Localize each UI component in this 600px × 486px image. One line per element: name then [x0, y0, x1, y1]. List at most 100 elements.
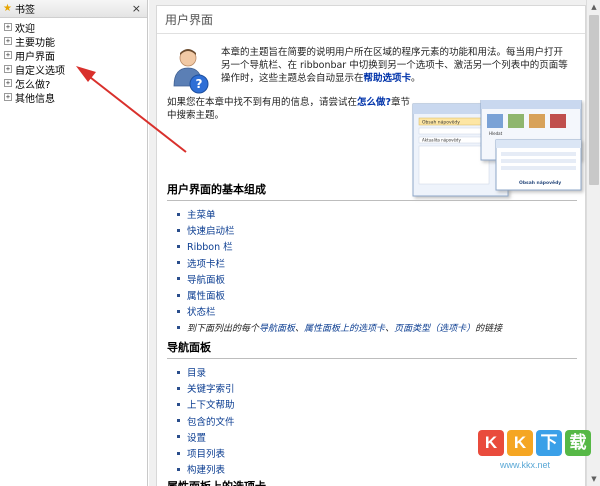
- svg-text:?: ?: [196, 77, 203, 91]
- watermark-letter: K: [507, 430, 533, 456]
- section-list: 主菜单 快速启动栏 Ribbon 栏 选项卡栏 导航面板 属性面板 状态栏 到下…: [167, 206, 577, 336]
- shot-label-b: Aktualita nápovědy: [422, 138, 461, 143]
- link-settings[interactable]: 设置: [187, 430, 206, 444]
- page-title: 用户界面: [157, 6, 585, 34]
- scroll-thumb[interactable]: [589, 15, 599, 185]
- note-sep: 、: [385, 323, 395, 334]
- shot-label-a: Obsah nápovědy: [422, 119, 460, 126]
- link-ribbon[interactable]: Ribbon 栏: [187, 239, 233, 253]
- list-item: 属性面板: [177, 287, 577, 303]
- expand-icon[interactable]: +: [4, 65, 12, 73]
- list-item: Ribbon 栏: [177, 238, 577, 254]
- list-item: 包含的文件: [177, 413, 577, 429]
- list-item: 主菜单: [177, 206, 577, 222]
- link-main-menu[interactable]: 主菜单: [187, 207, 216, 221]
- notfound-text: 如果您在本章中找不到有用的信息，请尝试在: [167, 97, 358, 108]
- link-status-bar[interactable]: 状态栏: [187, 304, 216, 318]
- expand-icon[interactable]: +: [4, 37, 12, 45]
- watermark-letter: 下: [536, 430, 562, 456]
- intro-end: 。: [411, 73, 421, 84]
- tree-item-user-interface[interactable]: + 用户界面: [0, 48, 147, 63]
- link-tab-bar[interactable]: 选项卡栏: [187, 256, 225, 270]
- tree-item-main-features[interactable]: + 主要功能: [0, 34, 147, 49]
- bullet-icon: [177, 293, 180, 297]
- list-item-note: 到下面列出的每个 导航面板、属性面板上的选项卡、页面类型（选项卡） 的链接: [177, 319, 577, 335]
- bullet-icon: [177, 467, 180, 471]
- note-link-page-types[interactable]: 页面类型（选项卡）: [394, 321, 475, 334]
- intro-paragraph: 本章的主题旨在简要的说明用户所在区域的程序元素的功能和用法。每当用户打开另一个导…: [221, 46, 571, 85]
- scroll-up-icon[interactable]: ▲: [587, 0, 600, 14]
- bookmark-tree: + 欢迎 + 主要功能 + 用户界面 + 自定义选项 + 怎么做? + 其他信息: [0, 18, 147, 105]
- shot-label-c: Hledat: [489, 131, 503, 136]
- bookmarks-pane: ★ 书签 × + 欢迎 + 主要功能 + 用户界面 + 自定义选项 + 怎么做?…: [0, 0, 148, 486]
- bullet-icon: [177, 370, 180, 374]
- expand-icon[interactable]: +: [4, 79, 12, 87]
- list-item: 选项卡栏: [177, 255, 577, 271]
- tree-item-label[interactable]: 欢迎: [15, 20, 35, 35]
- tree-item-how-to[interactable]: + 怎么做?: [0, 76, 147, 91]
- bullet-icon: [177, 402, 180, 406]
- watermark-letter: 载: [565, 430, 591, 456]
- note-prefix: 到下面列出的每个: [187, 323, 260, 334]
- user-help-icon: ?: [173, 49, 209, 94]
- note-sep: 、: [295, 323, 305, 334]
- tree-item-label[interactable]: 自定义选项: [15, 62, 65, 77]
- bullet-icon: [177, 261, 180, 265]
- bullet-icon: [177, 277, 180, 281]
- bullet-icon: [177, 435, 180, 439]
- list-item: 关键字索引: [177, 380, 577, 396]
- vertical-scrollbar[interactable]: ▲ ▼: [586, 0, 600, 486]
- list-item: 导航面板: [177, 271, 577, 287]
- watermark-url: www.kkx.net: [500, 460, 551, 470]
- help-tab-link[interactable]: 帮助选项卡: [364, 73, 412, 84]
- bullet-icon: [177, 228, 180, 232]
- tree-item-label[interactable]: 其他信息: [15, 90, 55, 105]
- note-suffix: 的链接: [475, 323, 503, 334]
- help-page: 用户界面 ? 本章的主题旨在简要的说明用户所在区域的程序元素的功能和用法。每当用…: [156, 5, 586, 486]
- bookmark-star-icon: ★: [3, 3, 12, 14]
- content-pane: 用户界面 ? 本章的主题旨在简要的说明用户所在区域的程序元素的功能和用法。每当用…: [149, 0, 586, 486]
- expand-icon[interactable]: +: [4, 23, 12, 31]
- site-watermark: K K 下 载 www.kkx.net: [478, 430, 596, 484]
- bullet-icon: [177, 212, 180, 216]
- list-item: 目录: [177, 364, 577, 380]
- bullet-icon: [177, 244, 180, 248]
- close-icon[interactable]: ×: [132, 2, 141, 15]
- tree-item-customize[interactable]: + 自定义选项: [0, 62, 147, 77]
- bookmarks-title: 书签: [15, 5, 35, 16]
- bullet-icon: [177, 451, 180, 455]
- bullet-icon: [177, 386, 180, 390]
- section-basic-components: 用户界面的基本组成 主菜单 快速启动栏 Ribbon 栏 选项卡栏 导航面板 属…: [167, 181, 577, 336]
- link-property-panel[interactable]: 属性面板: [187, 288, 225, 302]
- section-heading: 用户界面的基本组成: [167, 181, 577, 201]
- note-link-nav-panels[interactable]: 导航面板: [259, 321, 295, 334]
- list-item: 快速启动栏: [177, 222, 577, 238]
- expand-icon[interactable]: +: [4, 93, 12, 101]
- bookmarks-header: ★ 书签 ×: [0, 0, 147, 18]
- bullet-icon: [177, 419, 180, 423]
- notfound-paragraph: 如果您在本章中找不到有用的信息，请尝试在怎么做?章节中搜索主题。: [167, 96, 417, 122]
- link-quick-launch[interactable]: 快速启动栏: [187, 223, 235, 237]
- how-to-link[interactable]: 怎么做?: [357, 97, 391, 108]
- link-keyword-index[interactable]: 关键字索引: [187, 381, 235, 395]
- tree-item-label[interactable]: 用户界面: [15, 48, 55, 63]
- tree-item-label[interactable]: 怎么做?: [15, 76, 50, 91]
- link-nav-panel[interactable]: 导航面板: [187, 272, 225, 286]
- link-included-files[interactable]: 包含的文件: [187, 414, 235, 428]
- link-contents[interactable]: 目录: [187, 365, 206, 379]
- section-heading: 导航面板: [167, 339, 577, 359]
- link-project-list[interactable]: 项目列表: [187, 446, 225, 460]
- expand-icon[interactable]: +: [4, 51, 12, 59]
- list-item: 状态栏: [177, 303, 577, 319]
- tree-item-label[interactable]: 主要功能: [15, 34, 55, 49]
- tree-item-other-info[interactable]: + 其他信息: [0, 90, 147, 105]
- watermark-letter: K: [478, 430, 504, 456]
- watermark-logo: K K 下 载: [478, 430, 596, 456]
- note-link-property-tabs[interactable]: 属性面板上的选项卡: [304, 321, 385, 334]
- bullet-icon: [177, 325, 180, 329]
- list-item: 上下文帮助: [177, 396, 577, 412]
- link-build-list[interactable]: 构建列表: [187, 462, 225, 476]
- tree-item-welcome[interactable]: + 欢迎: [0, 20, 147, 35]
- bullet-icon: [177, 309, 180, 313]
- link-context-help[interactable]: 上下文帮助: [187, 397, 235, 411]
